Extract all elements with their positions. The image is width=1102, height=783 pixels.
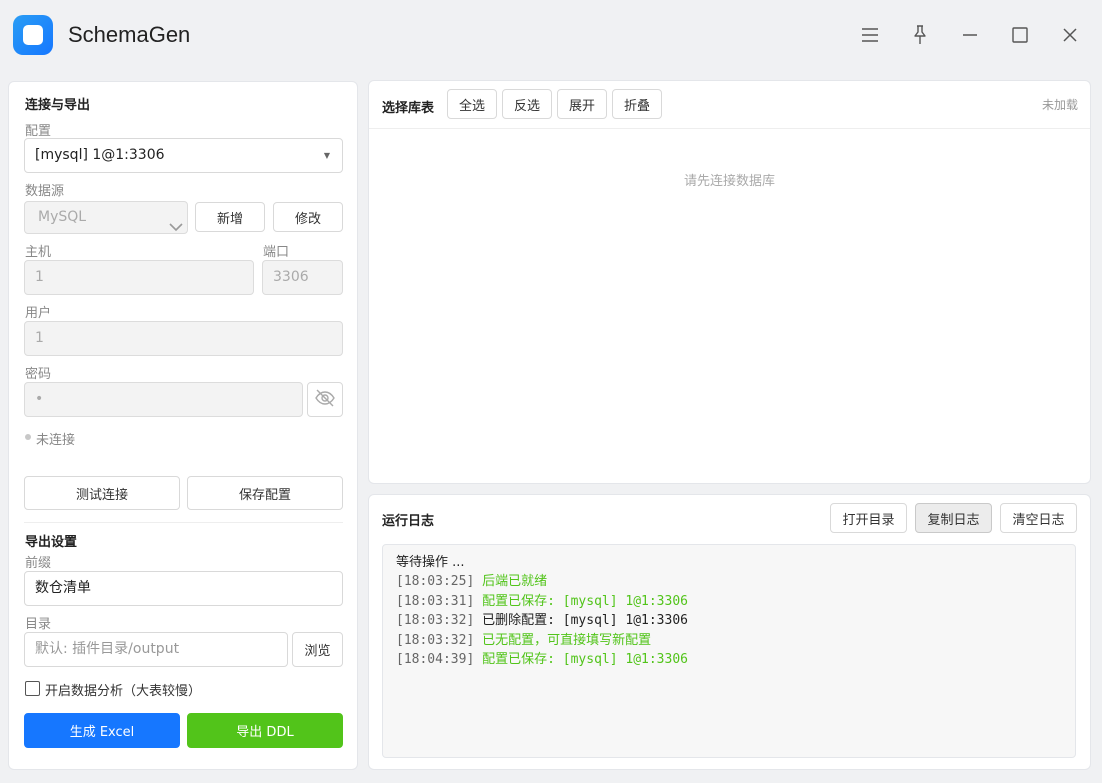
browse-button[interactable]: 浏览 — [292, 632, 343, 667]
expand-button[interactable]: 展开 — [557, 89, 607, 119]
empty-placeholder: 请先连接数据库 — [683, 174, 775, 189]
datasource-select-value: MySQL — [38, 209, 87, 225]
dir-label: 目录 — [25, 617, 52, 632]
prefix-input[interactable]: 数仓清单 — [24, 571, 343, 606]
config-select-value: [mysql] 1@1:3306 — [35, 147, 165, 163]
log-entry: [18:03:32] 已无配置，可直接填写新配置 — [396, 632, 652, 648]
connection-status: 未连接 — [36, 433, 76, 448]
port-input[interactable]: 3306 — [262, 260, 343, 295]
select-all-button[interactable]: 全选 — [447, 89, 497, 119]
host-label: 主机 — [25, 245, 52, 260]
divider — [369, 128, 1090, 129]
config-label: 配置 — [25, 124, 52, 139]
table-selection-panel: 选择库表 全选 反选 展开 折叠 未加载 请先连接数据库 — [368, 80, 1091, 484]
log-entry: [18:03:31] 配置已保存: [mysql] 1@1:3306 — [396, 593, 688, 609]
log-title: 运行日志 — [382, 514, 435, 529]
save-config-button[interactable]: 保存配置 — [187, 476, 343, 510]
connection-section-title: 连接与导出 — [25, 98, 91, 113]
open-directory-button[interactable]: 打开目录 — [830, 503, 907, 533]
export-section-title: 导出设置 — [25, 535, 78, 550]
new-datasource-button[interactable]: 新增 — [195, 202, 265, 232]
status-dot — [25, 434, 31, 440]
edit-datasource-button[interactable]: 修改 — [273, 202, 343, 232]
dir-input[interactable]: 默认: 插件目录/output — [24, 632, 288, 667]
prefix-label: 前缀 — [25, 556, 52, 571]
chevron-down-icon — [169, 213, 183, 244]
datasource-select[interactable]: MySQL — [24, 201, 188, 234]
maximize-icon[interactable] — [1005, 20, 1035, 50]
password-input[interactable]: • — [24, 382, 303, 417]
analysis-checkbox-label: 开启数据分析（大表较慢） — [45, 684, 202, 699]
host-input[interactable]: 1 — [24, 260, 254, 295]
eye-off-icon — [314, 389, 336, 411]
title-bar: SchemaGen — [0, 0, 1102, 72]
copy-log-button[interactable]: 复制日志 — [915, 503, 992, 533]
menu-icon[interactable] — [855, 20, 885, 50]
invert-selection-button[interactable]: 反选 — [502, 89, 552, 119]
password-label: 密码 — [25, 367, 52, 382]
user-input[interactable]: 1 — [24, 321, 343, 356]
clear-log-button[interactable]: 清空日志 — [1000, 503, 1077, 533]
port-label: 端口 — [263, 245, 290, 260]
collapse-button[interactable]: 折叠 — [612, 89, 662, 119]
toggle-password-visibility-button[interactable] — [307, 382, 343, 417]
config-select[interactable]: [mysql] 1@1:3306 ▼ — [24, 138, 343, 173]
log-waiting-line: 等待操作 ... — [396, 555, 465, 570]
divider — [24, 522, 343, 523]
table-load-status: 未加载 — [1041, 98, 1078, 112]
log-entry: [18:03:32] 已删除配置: [mysql] 1@1:3306 — [396, 613, 688, 629]
log-entry: [18:03:25] 后端已就绪 — [396, 574, 548, 590]
test-connection-button[interactable]: 测试连接 — [24, 476, 180, 510]
generate-excel-button[interactable]: 生成 Excel — [24, 713, 180, 748]
log-output: 等待操作 ... [18:03:25] 后端已就绪 [18:03:31] 配置已… — [382, 544, 1076, 758]
caret-down-icon: ▼ — [323, 151, 330, 160]
log-panel: 运行日志 打开目录 复制日志 清空日志 等待操作 ... [18:03:25] … — [368, 494, 1091, 770]
table-selection-title: 选择库表 — [382, 101, 435, 116]
datasource-label: 数据源 — [25, 184, 65, 199]
app-title: SchemaGen — [68, 22, 191, 47]
app-logo-icon — [13, 15, 53, 55]
close-icon[interactable] — [1055, 20, 1085, 50]
export-ddl-button[interactable]: 导出 DDL — [187, 713, 343, 748]
user-label: 用户 — [25, 306, 52, 321]
minimize-icon[interactable] — [955, 20, 985, 50]
pin-icon[interactable] — [905, 20, 935, 50]
connection-panel: 连接与导出 配置 [mysql] 1@1:3306 ▼ 数据源 MySQL 新增… — [8, 81, 358, 770]
log-entry: [18:04:39] 配置已保存: [mysql] 1@1:3306 — [396, 652, 688, 668]
analysis-checkbox[interactable] — [25, 681, 40, 696]
